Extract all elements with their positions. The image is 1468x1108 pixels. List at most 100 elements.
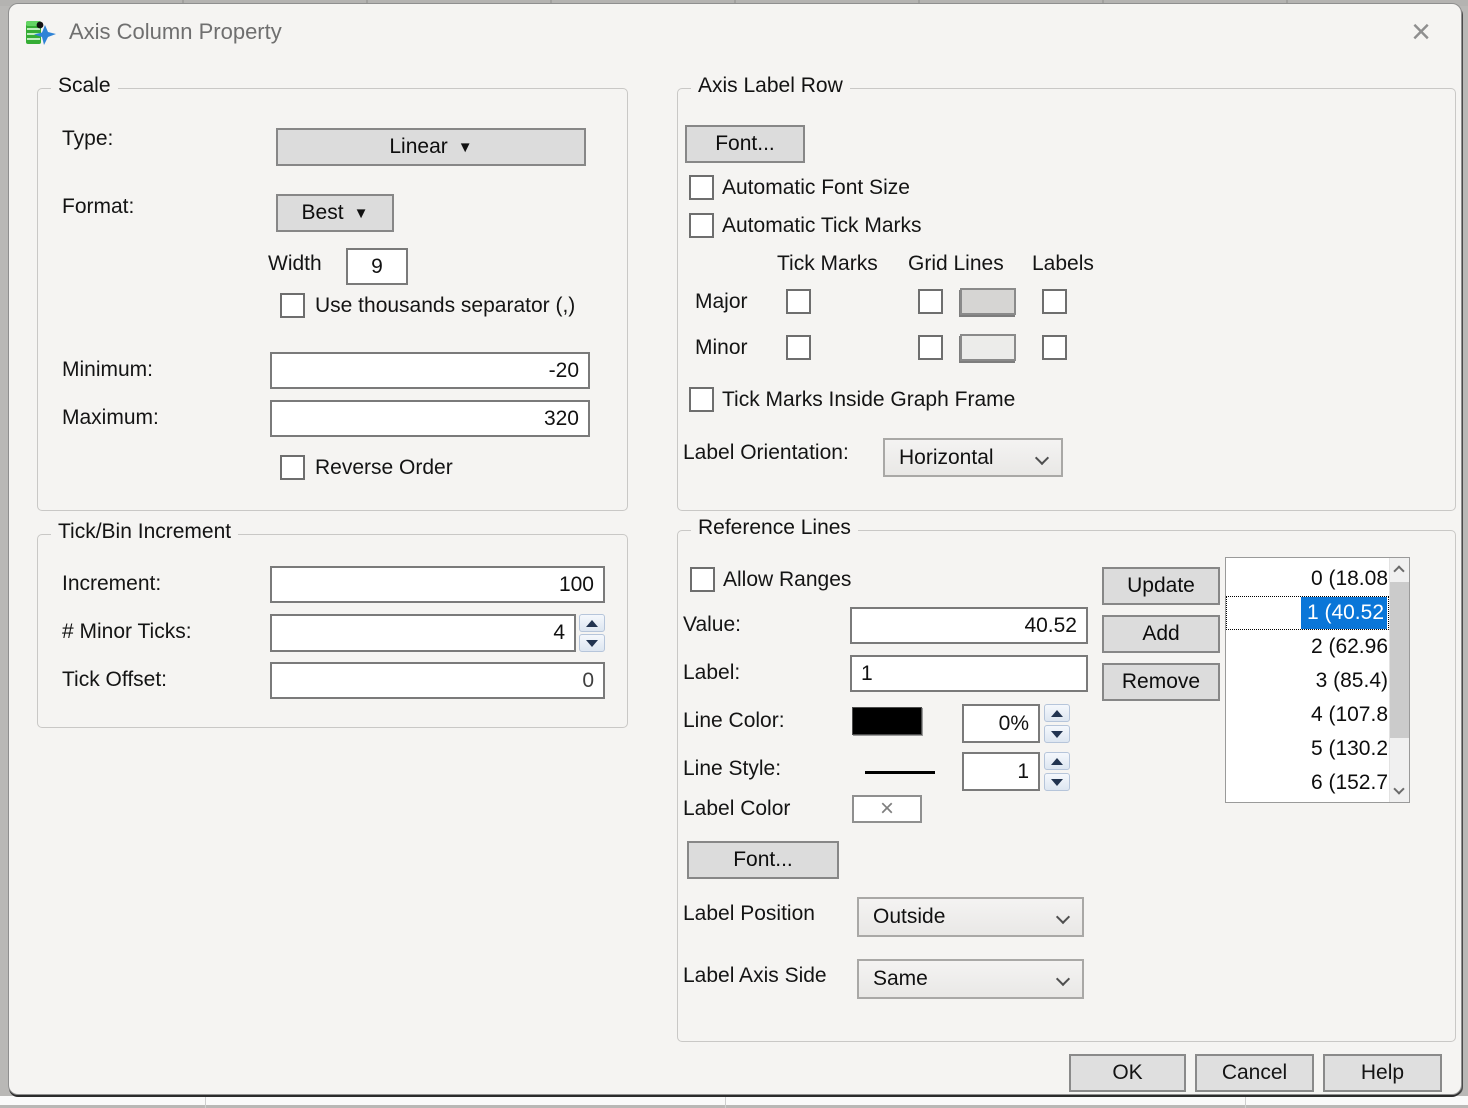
label-orientation-label: Label Orientation:	[683, 441, 849, 464]
scroll-up-button[interactable]	[1390, 558, 1409, 582]
line-style-label: Line Style:	[683, 757, 782, 780]
tick-marks-inside-frame-checkbox[interactable]	[689, 387, 714, 412]
label-input[interactable]: 1	[850, 655, 1088, 692]
reference-line-item[interactable]: 6 (152.7	[1226, 766, 1389, 800]
reference-line-item[interactable]: 0 (18.08	[1226, 562, 1389, 596]
minor-row-label: Minor	[695, 336, 748, 359]
minor-ticks-spinner	[579, 614, 605, 652]
reference-line-item[interactable]: 4 (107.8	[1226, 698, 1389, 732]
spinner-up-button[interactable]	[1044, 752, 1070, 770]
title-bar[interactable]: Axis Column Property ×	[9, 4, 1461, 62]
tick-marks-inside-frame-label: Tick Marks Inside Graph Frame	[722, 388, 1016, 411]
chevron-down-icon	[1393, 783, 1405, 795]
spinner-down-button[interactable]	[579, 634, 605, 652]
major-tick-marks-checkbox[interactable]	[786, 289, 811, 314]
scale-group: Scale Type: Linear ▼ Format: Best ▼ Widt…	[37, 74, 628, 511]
cancel-button[interactable]: Cancel	[1195, 1054, 1314, 1092]
reference-lines-group-title: Reference Lines	[691, 516, 858, 540]
minor-tick-marks-checkbox[interactable]	[786, 335, 811, 360]
automatic-font-size-checkbox[interactable]	[689, 175, 714, 200]
allow-ranges-checkbox[interactable]	[690, 567, 715, 592]
width-label: Width	[268, 252, 322, 275]
x-icon: ×	[879, 795, 894, 822]
reference-line-item[interactable]: 2 (62.96	[1226, 630, 1389, 664]
label-orientation-dropdown[interactable]: Horizontal	[883, 438, 1063, 477]
tick-offset-label: Tick Offset:	[62, 668, 168, 691]
tick-offset-input[interactable]: 0	[270, 662, 605, 699]
line-alpha-input[interactable]: 0%	[962, 704, 1040, 743]
scale-group-title: Scale	[51, 74, 118, 98]
label-color-button[interactable]: ×	[852, 795, 922, 823]
caret-down-icon: ▼	[353, 204, 369, 222]
label-label: Label:	[683, 661, 741, 684]
jmp-app-icon	[26, 21, 56, 45]
tick-bin-group-title: Tick/Bin Increment	[51, 520, 239, 544]
thousands-separator-checkbox[interactable]	[280, 293, 305, 318]
maximum-input[interactable]: 320	[270, 400, 590, 437]
caret-down-icon: ▼	[457, 138, 473, 156]
arrow-down-icon	[586, 639, 598, 647]
major-grid-line-style-swatch[interactable]	[960, 288, 1016, 315]
line-color-label: Line Color:	[683, 709, 785, 732]
major-grid-lines-checkbox[interactable]	[918, 289, 943, 314]
axis-font-button[interactable]: Font...	[685, 125, 805, 163]
width-input[interactable]: 9	[346, 248, 408, 285]
label-position-dropdown[interactable]: Outside	[857, 897, 1084, 937]
scrollbar-thumb[interactable]	[1390, 582, 1409, 738]
major-labels-checkbox[interactable]	[1042, 289, 1067, 314]
line-style-preview[interactable]	[865, 771, 935, 774]
reference-line-item[interactable]: 5 (130.2	[1226, 732, 1389, 766]
help-button[interactable]: Help	[1323, 1054, 1442, 1092]
reference-line-item[interactable]: 3 (85.4)	[1226, 664, 1389, 698]
spinner-up-button[interactable]	[1044, 704, 1070, 722]
minor-labels-checkbox[interactable]	[1042, 335, 1067, 360]
format-dropdown-button[interactable]: Best ▼	[276, 194, 394, 232]
line-color-swatch[interactable]	[852, 707, 922, 735]
chevron-up-icon	[1393, 565, 1405, 577]
spinner-down-button[interactable]	[1044, 725, 1070, 743]
reference-lines-listbox[interactable]: 0 (18.08 1 (40.52 2 (62.96 3 (85.4) 4 (1…	[1225, 557, 1410, 803]
value-input[interactable]: 40.52	[850, 607, 1088, 644]
close-icon[interactable]: ×	[1401, 12, 1441, 52]
value-label: Value:	[683, 613, 741, 636]
minor-grid-lines-checkbox[interactable]	[918, 335, 943, 360]
type-label: Type:	[62, 127, 114, 150]
format-label: Format:	[62, 195, 135, 218]
scroll-down-button[interactable]	[1390, 778, 1409, 802]
minor-grid-line-style-swatch[interactable]	[960, 334, 1016, 361]
type-dropdown-button[interactable]: Linear ▼	[276, 128, 586, 166]
type-value: Linear	[389, 135, 448, 158]
arrow-up-icon	[1051, 757, 1063, 765]
label-color-label: Label Color	[683, 797, 791, 820]
window-title: Axis Column Property	[69, 19, 282, 44]
tick-bin-increment-group: Tick/Bin Increment Increment: 100 # Mino…	[37, 520, 628, 728]
update-button[interactable]: Update	[1102, 567, 1220, 605]
axis-label-row-group-title: Axis Label Row	[691, 74, 850, 98]
automatic-tick-marks-checkbox[interactable]	[689, 213, 714, 238]
automatic-tick-marks-label: Automatic Tick Marks	[722, 214, 922, 237]
background-gridline	[1245, 1096, 1246, 1108]
reference-line-item[interactable]: 1 (40.52	[1226, 596, 1389, 630]
spinner-down-button[interactable]	[1044, 773, 1070, 791]
minimum-input[interactable]: -20	[270, 352, 590, 389]
thousands-separator-label: Use thousands separator (,)	[315, 294, 576, 317]
grid-lines-column-header: Grid Lines	[908, 252, 1004, 275]
label-axis-side-dropdown[interactable]: Same	[857, 959, 1084, 999]
arrow-down-icon	[1051, 730, 1063, 738]
reference-font-button[interactable]: Font...	[687, 841, 839, 879]
add-button[interactable]: Add	[1102, 615, 1220, 653]
label-position-label: Label Position	[683, 902, 815, 925]
remove-button[interactable]: Remove	[1102, 663, 1220, 701]
minor-ticks-label: # Minor Ticks:	[62, 620, 192, 643]
increment-input[interactable]: 100	[270, 566, 605, 603]
spinner-up-button[interactable]	[579, 614, 605, 632]
listbox-scrollbar[interactable]	[1389, 558, 1409, 802]
reverse-order-checkbox[interactable]	[280, 455, 305, 480]
arrow-down-icon	[1051, 778, 1063, 786]
minor-ticks-input[interactable]: 4	[270, 614, 576, 652]
axis-label-row-group: Axis Label Row Font... Automatic Font Si…	[677, 74, 1456, 511]
ok-button[interactable]: OK	[1069, 1054, 1186, 1092]
arrow-up-icon	[586, 619, 598, 627]
maximum-label: Maximum:	[62, 406, 159, 429]
line-width-input[interactable]: 1	[962, 752, 1040, 791]
